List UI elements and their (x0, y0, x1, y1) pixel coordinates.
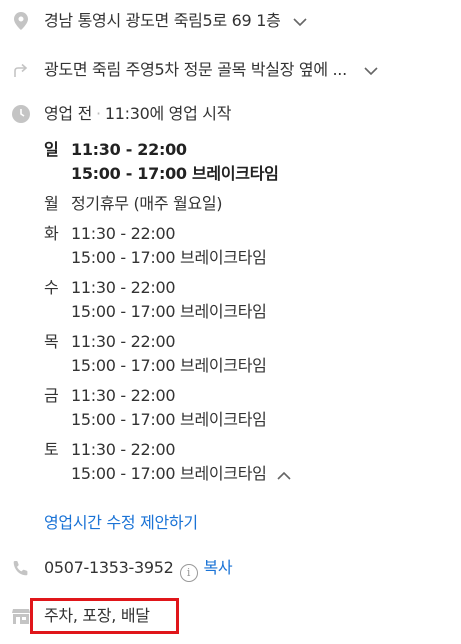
day-name: 목 (44, 332, 59, 351)
hours-time: 11:30 - 22:00 (71, 386, 176, 405)
phone-number[interactable]: 0507-1353-3952 (44, 558, 174, 577)
day-name: 수 (44, 278, 59, 297)
day-name: 월 (44, 194, 59, 213)
break-time: 15:00 - 17:00 브레이크타임 (71, 248, 267, 267)
chevron-up-icon[interactable] (277, 463, 291, 487)
chevron-down-icon[interactable] (293, 12, 307, 32)
status-detail: 11:30에 영업 시작 (104, 104, 232, 123)
break-time: 15:00 - 17:00 브레이크타임 (71, 356, 267, 375)
copy-button[interactable]: 복사 (204, 558, 233, 577)
address-text: 경남 통영시 광도면 죽림5로 69 1층 (44, 11, 281, 30)
day-name: 일 (44, 140, 59, 159)
break-time: 15:00 - 17:00 브레이크타임 (71, 410, 267, 429)
status-separator: · (96, 104, 101, 123)
highlight-box (30, 598, 179, 634)
day-name: 화 (44, 224, 59, 243)
chevron-down-icon[interactable] (364, 61, 378, 81)
break-time: 15:00 - 17:00 브레이크타임 (71, 302, 267, 321)
hours-time: 11:30 - 22:00 (71, 140, 187, 159)
status-state: 영업 전 (44, 104, 93, 123)
hours-time: 정기휴무 (매주 월요일) (71, 194, 223, 213)
hours-time: 11:30 - 22:00 (71, 278, 176, 297)
info-icon[interactable]: i (179, 564, 198, 582)
hours-time: 11:30 - 22:00 (71, 224, 176, 243)
directions-text: 광도면 죽림 주영5차 정문 골목 박실장 옆에 ... (44, 60, 347, 79)
hours-time: 11:30 - 22:00 (71, 440, 176, 459)
day-name: 금 (44, 386, 59, 405)
phone-icon (11, 558, 31, 578)
clock-icon (11, 104, 31, 124)
location-pin-icon (11, 11, 31, 31)
store-icon (11, 606, 31, 626)
suggest-hours-link[interactable]: 영업시간 수정 제안하기 (44, 513, 198, 533)
hours-time: 11:30 - 22:00 (71, 332, 176, 351)
direction-arrow-icon (11, 60, 31, 80)
day-name: 토 (44, 440, 59, 459)
break-time: 15:00 - 17:00 브레이크타임 (71, 164, 279, 183)
break-time: 15:00 - 17:00 브레이크타임 (71, 462, 291, 487)
